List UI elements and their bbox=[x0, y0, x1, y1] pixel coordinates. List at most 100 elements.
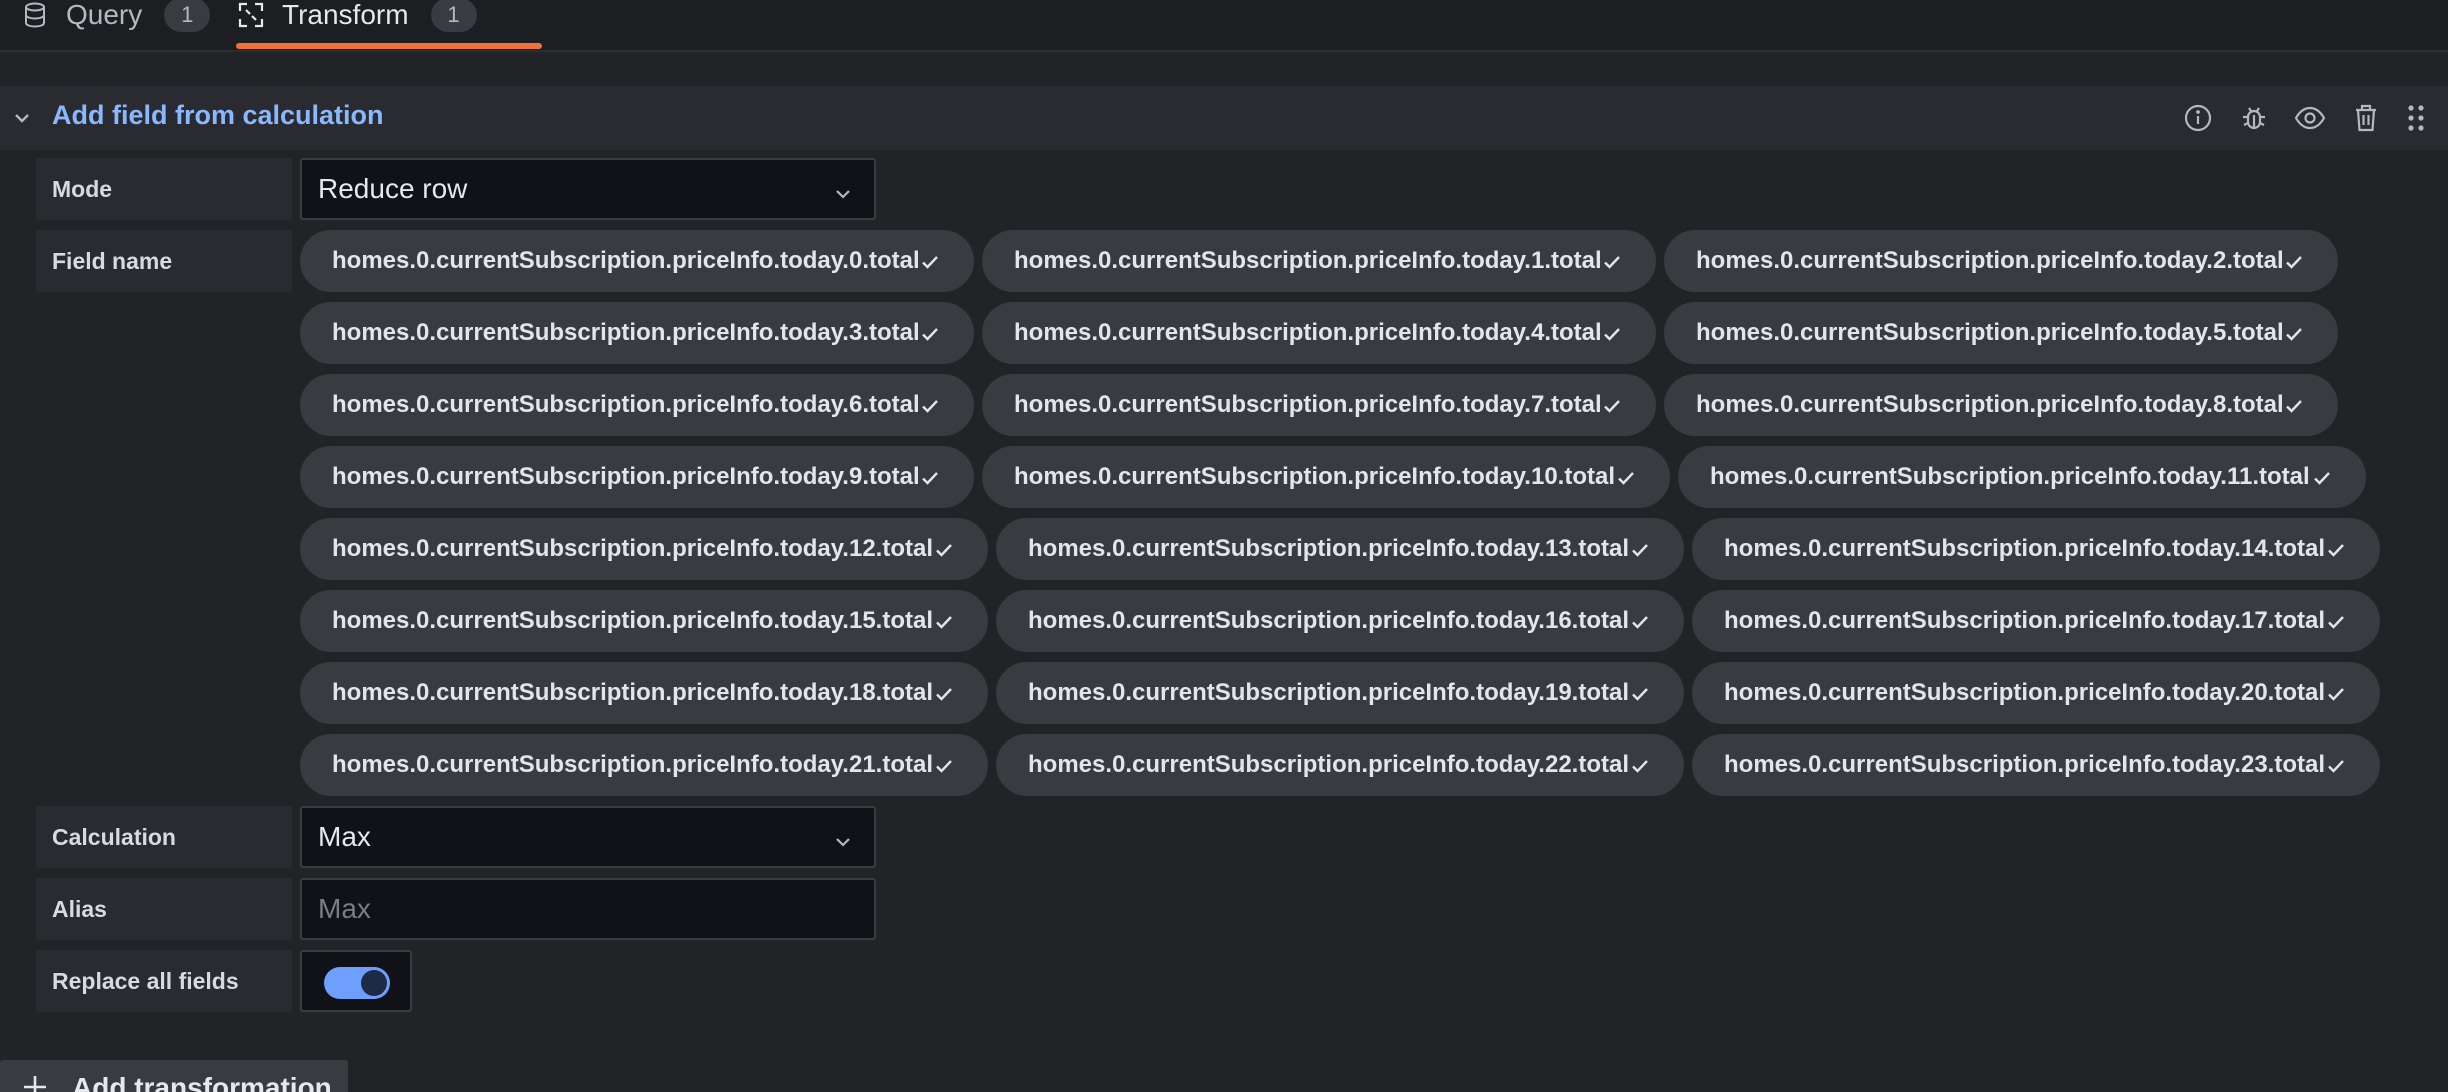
transformation-title[interactable]: Add field from calculation bbox=[52, 100, 384, 131]
replace-all-fields-label: Replace all fields bbox=[36, 950, 292, 1012]
check-icon bbox=[934, 683, 954, 703]
replace-all-fields-toggle[interactable] bbox=[324, 967, 390, 999]
field-name-pill-label: homes.0.currentSubscription.priceInfo.to… bbox=[1696, 319, 2284, 346]
field-name-pill[interactable]: homes.0.currentSubscription.priceInfo.to… bbox=[996, 590, 1684, 652]
check-icon bbox=[1630, 683, 1650, 703]
field-name-pill-label: homes.0.currentSubscription.priceInfo.to… bbox=[1014, 391, 1602, 418]
check-icon bbox=[1630, 611, 1650, 631]
field-name-pill[interactable]: homes.0.currentSubscription.priceInfo.to… bbox=[300, 662, 988, 724]
field-name-pill[interactable]: homes.0.currentSubscription.priceInfo.to… bbox=[1692, 590, 2380, 652]
field-name-pill[interactable]: homes.0.currentSubscription.priceInfo.to… bbox=[982, 446, 1670, 508]
check-icon bbox=[1616, 467, 1636, 487]
check-icon bbox=[2326, 683, 2346, 703]
chevron-down-icon bbox=[832, 828, 854, 850]
field-name-pill-label: homes.0.currentSubscription.priceInfo.to… bbox=[1028, 679, 1629, 706]
field-name-pill-label: homes.0.currentSubscription.priceInfo.to… bbox=[332, 679, 933, 706]
field-name-pill[interactable]: homes.0.currentSubscription.priceInfo.to… bbox=[1664, 230, 2338, 292]
check-icon bbox=[920, 251, 940, 271]
add-transformation-label: Add transformation bbox=[72, 1072, 332, 1092]
field-name-pill-label: homes.0.currentSubscription.priceInfo.to… bbox=[1724, 535, 2325, 562]
active-tab-indicator bbox=[236, 43, 542, 49]
field-name-label: Field name bbox=[36, 230, 292, 292]
field-name-pill-label: homes.0.currentSubscription.priceInfo.to… bbox=[332, 463, 920, 490]
field-name-pill[interactable]: homes.0.currentSubscription.priceInfo.to… bbox=[1678, 446, 2366, 508]
field-name-pill[interactable]: homes.0.currentSubscription.priceInfo.to… bbox=[300, 518, 988, 580]
calculation-select-value: Max bbox=[318, 821, 371, 852]
field-name-pill[interactable]: homes.0.currentSubscription.priceInfo.to… bbox=[1664, 374, 2338, 436]
field-name-pill-label: homes.0.currentSubscription.priceInfo.to… bbox=[332, 535, 933, 562]
field-name-pill[interactable]: homes.0.currentSubscription.priceInfo.to… bbox=[996, 734, 1684, 796]
field-name-pill[interactable]: homes.0.currentSubscription.priceInfo.to… bbox=[300, 590, 988, 652]
check-icon bbox=[2326, 539, 2346, 559]
field-name-pill[interactable]: homes.0.currentSubscription.priceInfo.to… bbox=[1664, 302, 2338, 364]
check-icon bbox=[2326, 611, 2346, 631]
info-icon[interactable] bbox=[1402, 102, 1434, 134]
field-name-pill-label: homes.0.currentSubscription.priceInfo.to… bbox=[1014, 463, 1615, 490]
transformation-header[interactable]: Add field from calculation bbox=[0, 86, 2448, 150]
drag-handle-icon[interactable] bbox=[2400, 102, 2432, 134]
field-name-pill-label: homes.0.currentSubscription.priceInfo.to… bbox=[1724, 679, 2325, 706]
field-name-pill-label: homes.0.currentSubscription.priceInfo.to… bbox=[1710, 463, 2310, 490]
replace-all-fields-container bbox=[300, 950, 412, 1012]
field-name-pill-label: homes.0.currentSubscription.priceInfo.to… bbox=[332, 247, 920, 274]
check-icon bbox=[920, 323, 940, 343]
tab-query-count: 1 bbox=[164, 0, 211, 32]
check-icon bbox=[2326, 755, 2346, 775]
check-icon bbox=[1630, 755, 1650, 775]
field-name-pill[interactable]: homes.0.currentSubscription.priceInfo.to… bbox=[300, 446, 974, 508]
check-icon bbox=[1602, 323, 1622, 343]
tab-transform-count: 1 bbox=[430, 0, 477, 32]
field-name-pill[interactable]: homes.0.currentSubscription.priceInfo.to… bbox=[300, 302, 974, 364]
field-name-pill-label: homes.0.currentSubscription.priceInfo.to… bbox=[1014, 319, 1602, 346]
tab-query[interactable]: Query 1 bbox=[20, 0, 211, 50]
debug-icon[interactable] bbox=[2238, 102, 2270, 134]
field-name-pill-label: homes.0.currentSubscription.priceInfo.to… bbox=[1724, 751, 2325, 778]
check-icon bbox=[934, 539, 954, 559]
calculation-label: Calculation bbox=[36, 806, 292, 868]
check-icon bbox=[2284, 323, 2304, 343]
mode-select[interactable]: Reduce row bbox=[300, 158, 876, 220]
toggle-knob bbox=[361, 970, 387, 996]
check-icon bbox=[934, 611, 954, 631]
tab-bar: Query 1 Transform 1 bbox=[0, 0, 2448, 52]
check-icon bbox=[2312, 467, 2332, 487]
field-name-pill[interactable]: homes.0.currentSubscription.priceInfo.to… bbox=[1692, 662, 2380, 724]
field-name-pill-label: homes.0.currentSubscription.priceInfo.to… bbox=[332, 391, 920, 418]
alias-input[interactable] bbox=[300, 878, 876, 940]
check-icon bbox=[934, 755, 954, 775]
field-name-pill[interactable]: homes.0.currentSubscription.priceInfo.to… bbox=[996, 662, 1684, 724]
check-icon bbox=[2284, 251, 2304, 271]
plus-icon bbox=[20, 1072, 50, 1092]
tab-query-label: Query bbox=[66, 0, 143, 30]
transform-icon bbox=[236, 0, 266, 30]
collapse-chevron-icon[interactable] bbox=[10, 106, 34, 130]
check-icon bbox=[1602, 251, 1622, 271]
add-transformation-button[interactable]: Add transformation bbox=[0, 1060, 348, 1092]
field-name-pill-label: homes.0.currentSubscription.priceInfo.to… bbox=[1724, 607, 2325, 634]
mode-select-value: Reduce row bbox=[318, 173, 468, 204]
field-name-pill-label: homes.0.currentSubscription.priceInfo.to… bbox=[1696, 391, 2284, 418]
field-name-pill[interactable]: homes.0.currentSubscription.priceInfo.to… bbox=[996, 518, 1684, 580]
trash-icon[interactable] bbox=[2350, 102, 2382, 134]
calculation-select[interactable]: Max bbox=[300, 806, 876, 868]
eye-icon[interactable] bbox=[2294, 102, 2326, 134]
field-name-pill-label: homes.0.currentSubscription.priceInfo.to… bbox=[1014, 247, 1602, 274]
alias-label: Alias bbox=[36, 878, 292, 940]
mode-label: Mode bbox=[36, 158, 292, 220]
field-name-pill[interactable]: homes.0.currentSubscription.priceInfo.to… bbox=[300, 230, 974, 292]
field-name-pill[interactable]: homes.0.currentSubscription.priceInfo.to… bbox=[982, 230, 1656, 292]
check-icon bbox=[920, 395, 940, 415]
field-name-pill[interactable]: homes.0.currentSubscription.priceInfo.to… bbox=[1692, 518, 2380, 580]
database-icon bbox=[20, 0, 50, 30]
field-name-pill-label: homes.0.currentSubscription.priceInfo.to… bbox=[332, 751, 933, 778]
field-name-pill-label: homes.0.currentSubscription.priceInfo.to… bbox=[1696, 247, 2284, 274]
field-name-pill[interactable]: homes.0.currentSubscription.priceInfo.to… bbox=[300, 374, 974, 436]
info-icon[interactable] bbox=[2182, 102, 2214, 134]
check-icon bbox=[2284, 395, 2304, 415]
field-name-pill-label: homes.0.currentSubscription.priceInfo.to… bbox=[1028, 751, 1629, 778]
field-name-pill[interactable]: homes.0.currentSubscription.priceInfo.to… bbox=[982, 374, 1656, 436]
check-icon bbox=[1630, 539, 1650, 559]
field-name-pill[interactable]: homes.0.currentSubscription.priceInfo.to… bbox=[1692, 734, 2380, 796]
field-name-pill[interactable]: homes.0.currentSubscription.priceInfo.to… bbox=[300, 734, 988, 796]
field-name-pill[interactable]: homes.0.currentSubscription.priceInfo.to… bbox=[982, 302, 1656, 364]
